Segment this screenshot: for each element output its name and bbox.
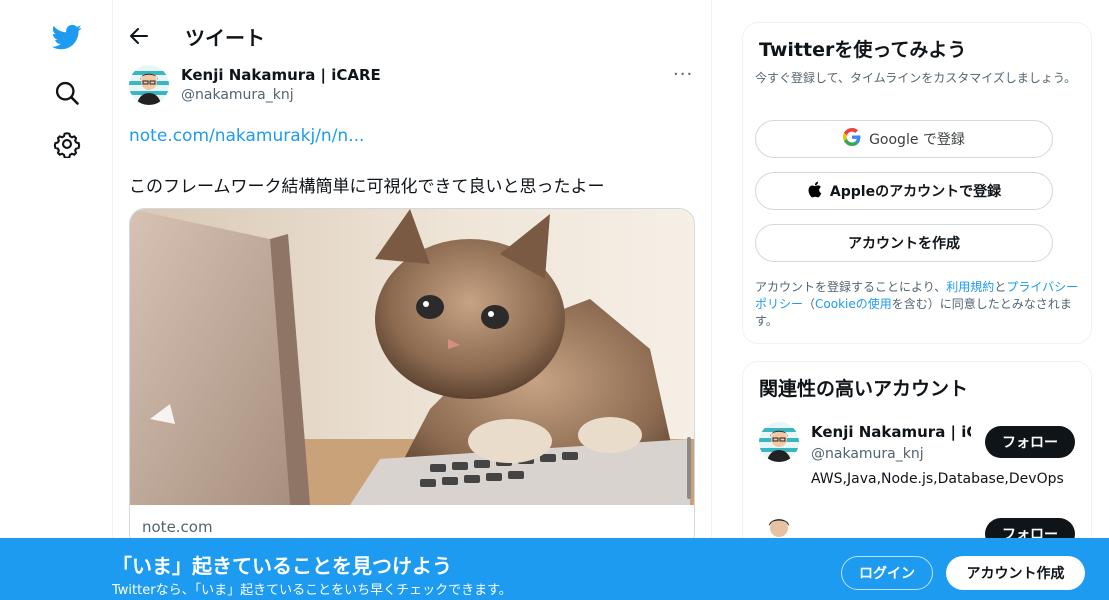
signup-button[interactable]: アカウント作成	[946, 556, 1085, 590]
back-arrow-icon[interactable]	[127, 24, 151, 48]
google-signup-label: Google で登録	[869, 132, 965, 148]
user-bio: AWS,Java,Node.js,Database,DevOps	[811, 471, 1064, 487]
left-nav	[0, 0, 112, 600]
relevant-accounts-box: 関連性の高いアカウント Kenji Nakamura | iC... @naka…	[742, 361, 1092, 563]
card-image[interactable]	[130, 209, 694, 505]
main-column: ツイート Kenji Nakamura | iCARE @nakamura_kn…	[112, 0, 712, 600]
search-icon[interactable]	[53, 79, 81, 107]
twitter-bird-icon[interactable]	[51, 22, 82, 52]
terms-of-service-link[interactable]: 利用規約	[946, 280, 994, 294]
google-icon	[843, 128, 869, 150]
google-signup-button[interactable]: Google で登録	[755, 120, 1053, 158]
banner-subtitle: Twitterなら、「いま」起きていることをいち早くチェックできます。	[112, 583, 512, 598]
login-button[interactable]: ログイン	[841, 556, 933, 590]
cookie-use-link[interactable]: Cookieの使用	[815, 297, 892, 311]
signup-subtitle: 今すぐ登録して、タイムラインをカスタマイズしましょう。	[755, 71, 1077, 85]
bottom-banner: 「いま」起きていることを見つけよう Twitterなら、「いま」起きていることを…	[0, 538, 1109, 600]
author-handle[interactable]: @nakamura_knj	[181, 87, 294, 103]
terms-paren: （	[803, 297, 816, 311]
create-account-button[interactable]: アカウントを作成	[755, 224, 1053, 262]
link-card[interactable]: note.com	[129, 208, 695, 550]
create-account-label: アカウントを作成	[848, 236, 960, 252]
banner-title: 「いま」起きていることを見つけよう	[112, 554, 452, 578]
apple-signup-button[interactable]: Appleのアカウントで登録	[755, 172, 1053, 210]
author-name[interactable]: Kenji Nakamura | iCARE	[181, 66, 381, 84]
terms-and: と	[994, 280, 1007, 294]
relevant-accounts-title: 関連性の高いアカウント	[759, 378, 969, 400]
signup-title: Twitterを使ってみよう	[759, 39, 967, 61]
user-name[interactable]: Kenji Nakamura | iC...	[811, 423, 971, 441]
terms-prefix: アカウントを登録することにより、	[755, 280, 947, 294]
follow-button[interactable]: フォロー	[985, 426, 1075, 458]
page-title: ツイート	[185, 26, 265, 50]
signup-box: Twitterを使ってみよう 今すぐ登録して、タイムラインをカスタマイズしましょ…	[742, 22, 1092, 344]
avatar[interactable]	[129, 65, 169, 105]
more-icon[interactable]: ···	[673, 64, 697, 86]
apple-icon	[807, 181, 830, 202]
card-domain: note.com	[142, 518, 213, 536]
avatar[interactable]	[759, 422, 799, 462]
gear-icon[interactable]	[53, 130, 81, 159]
tweet-text: このフレームワーク結構簡単に可視化できて良いと思ったよー	[129, 177, 605, 197]
tweet-link[interactable]: note.com/nakamurakj/n/n...	[129, 126, 364, 146]
apple-signup-label: Appleのアカウントで登録	[829, 184, 1002, 200]
user-handle[interactable]: @nakamura_knj	[811, 446, 924, 462]
terms-text: アカウントを登録することにより、利用規約とプライバシーポリシー（Cookieの使…	[755, 279, 1083, 330]
